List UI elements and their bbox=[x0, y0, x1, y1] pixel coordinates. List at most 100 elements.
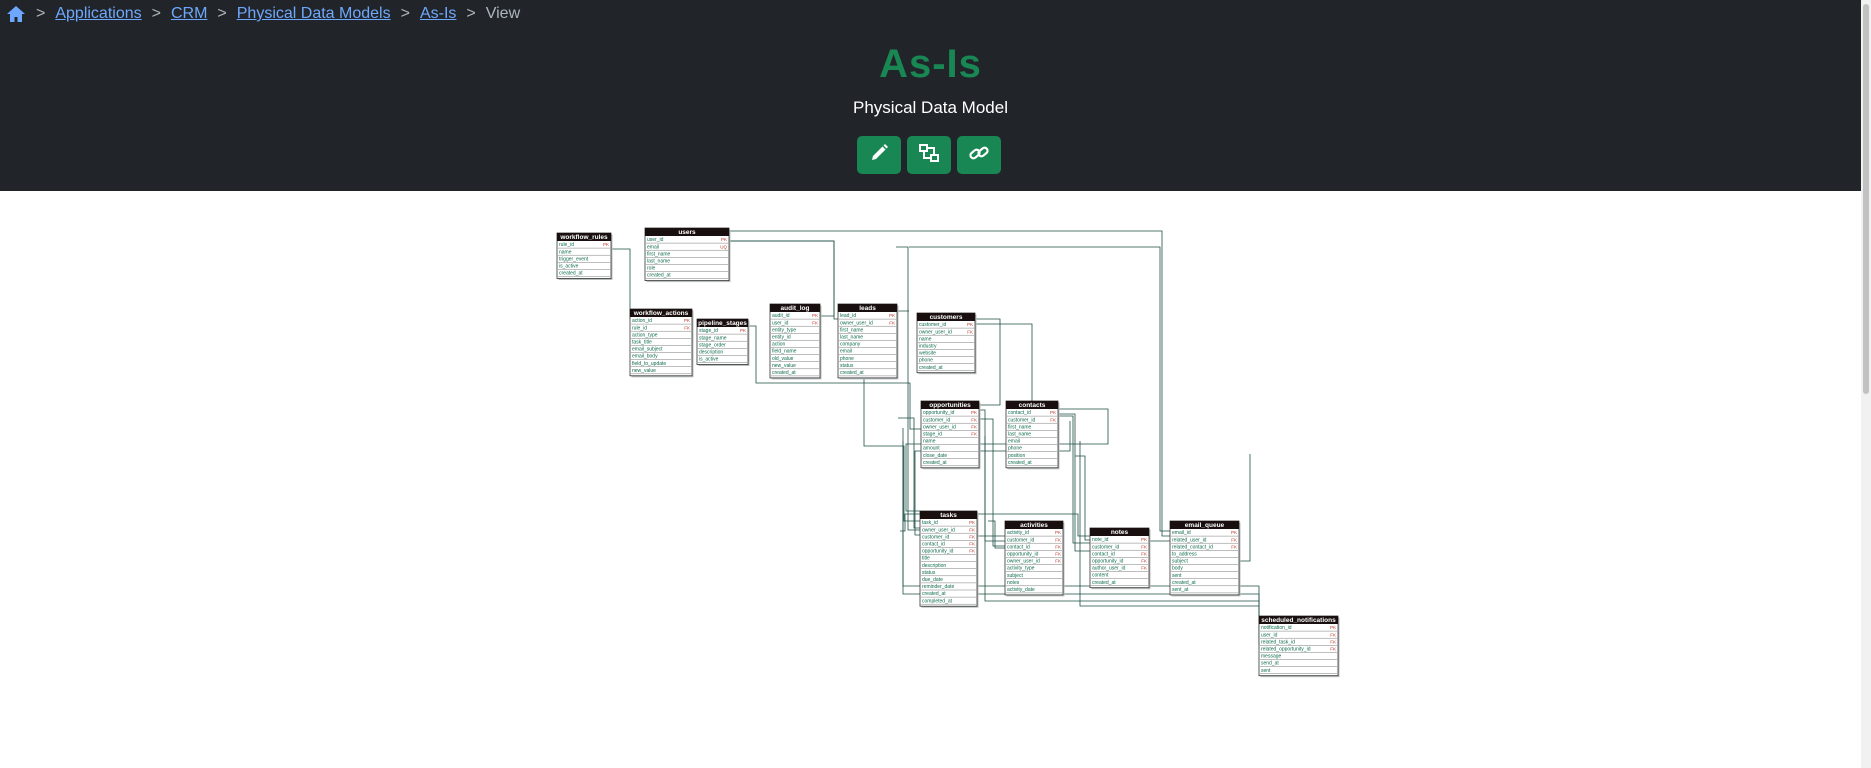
field-name: last_name bbox=[1008, 432, 1031, 438]
table-name: workflow_actions bbox=[633, 310, 689, 317]
field-name: created_at bbox=[1008, 460, 1032, 466]
field-name: old_value bbox=[772, 356, 794, 362]
field-name: title bbox=[922, 556, 930, 562]
breadcrumb-as-is[interactable]: As-Is bbox=[420, 5, 456, 23]
field-name: new_value bbox=[632, 368, 656, 374]
field-key-badge: FK bbox=[1330, 632, 1336, 637]
field-key-badge: PK bbox=[1231, 530, 1237, 535]
relationship-line bbox=[988, 520, 1005, 549]
field-name: opportunity_id bbox=[1007, 552, 1039, 558]
field-name: created_at bbox=[922, 591, 946, 597]
breadcrumb-applications[interactable]: Applications bbox=[55, 5, 141, 23]
field-name: sent bbox=[1172, 573, 1182, 579]
link-icon bbox=[969, 143, 989, 168]
field-name: content bbox=[1092, 573, 1109, 579]
field-key-badge: FK bbox=[1141, 559, 1147, 564]
field-name: created_at bbox=[1092, 580, 1116, 586]
field-name: phone bbox=[919, 358, 933, 364]
field-key-badge: PK bbox=[1050, 410, 1056, 415]
table-name: tasks bbox=[940, 512, 957, 519]
field-name: notification_id bbox=[1261, 625, 1292, 631]
table-workflow-rules[interactable]: workflow_rulesrule_id PK nametrigger_event… bbox=[556, 232, 613, 280]
field-name: owner_user_id bbox=[922, 527, 955, 533]
breadcrumb-physical-data-models[interactable]: Physical Data Models bbox=[237, 5, 391, 23]
field-key-badge: PK bbox=[812, 313, 818, 318]
field-name: email_body bbox=[632, 354, 658, 360]
table-pipeline-stages[interactable]: pipeline_stagesstage_id PK stage_namestage… bbox=[696, 318, 750, 366]
table-activities[interactable]: activitiesactivity_id PK customer_id FK cont… bbox=[1004, 520, 1065, 597]
field-name: sent_at bbox=[1172, 587, 1189, 593]
field-name: owner_user_id bbox=[840, 320, 873, 326]
field-name: last_name bbox=[647, 259, 670, 265]
field-name: status bbox=[840, 363, 854, 369]
field-name: send_at bbox=[1261, 661, 1279, 667]
relationship-line bbox=[1239, 454, 1251, 562]
field-name: created_at bbox=[919, 365, 943, 371]
field-name: created_at bbox=[647, 273, 671, 279]
table-contacts[interactable]: contactscontact_id PK customer_id FK first_n… bbox=[1005, 400, 1060, 470]
table-name: notes bbox=[1111, 529, 1129, 536]
vertical-scrollbar[interactable] bbox=[1861, 0, 1871, 768]
table-users[interactable]: users user_id PK email UQ first_name last_name… bbox=[644, 227, 731, 283]
field-name: entity_id bbox=[772, 335, 791, 341]
field-name: first_name bbox=[840, 327, 864, 333]
field-name: contact_id bbox=[1008, 410, 1031, 416]
table-name: contacts bbox=[1019, 402, 1046, 409]
field-name: body bbox=[1172, 566, 1183, 572]
field-name: customer_id bbox=[1008, 417, 1035, 423]
field-name: subject bbox=[1172, 559, 1188, 565]
field-name: created_at bbox=[1172, 580, 1196, 586]
table-audit-log[interactable]: audit_logaudit_id PK user_id FK entity_typee… bbox=[769, 303, 822, 380]
field-name: created_at bbox=[559, 271, 583, 277]
field-name: related_task_id bbox=[1261, 639, 1295, 645]
scrollbar-thumb[interactable] bbox=[1863, 4, 1869, 394]
table-name: pipeline_stages bbox=[698, 320, 747, 327]
field-name: customer_id bbox=[1092, 544, 1119, 550]
table-email-queue[interactable]: email_queueemail_id PK related_user_id FK re… bbox=[1169, 520, 1241, 597]
erd-canvas: workflow_rulesrule_id PKnametrigger_event… bbox=[556, 227, 1340, 678]
field-name: sent bbox=[1261, 668, 1271, 674]
breadcrumb-separator: > bbox=[217, 5, 227, 22]
field-key-badge: FK bbox=[889, 320, 895, 325]
relationship-line bbox=[975, 323, 1033, 407]
entity-tables: workflow_rulesrule_id PKnametrigger_event… bbox=[556, 227, 1340, 678]
field-key-badge: FK bbox=[971, 432, 977, 437]
page-header: > Applications > CRM > Physical Data Mod… bbox=[0, 0, 1861, 191]
field-name: name bbox=[923, 439, 936, 445]
table-customers[interactable]: customerscustomer_id PK owner_user_id FK nam… bbox=[916, 312, 977, 375]
breadcrumb: > Applications > CRM > Physical Data Mod… bbox=[6, 2, 520, 26]
field-name: contact_id bbox=[922, 542, 945, 548]
field-name: related_opportunity_id bbox=[1261, 647, 1311, 653]
table-workflow-actions[interactable]: workflow_actionsaction_id PK rule_id FK acti… bbox=[629, 308, 694, 378]
edit-button[interactable] bbox=[857, 136, 901, 174]
field-name: stage_order bbox=[699, 342, 726, 348]
field-name: contact_id bbox=[1092, 551, 1115, 557]
field-name: last_name bbox=[840, 335, 863, 341]
field-name: audit_id bbox=[772, 313, 790, 319]
breadcrumb-separator: > bbox=[36, 5, 46, 22]
field-name: completed_at bbox=[922, 598, 953, 604]
field-key-badge: FK bbox=[1055, 552, 1061, 557]
field-name: contact_id bbox=[1007, 544, 1030, 550]
field-name: name bbox=[919, 336, 932, 342]
field-name: stage_name bbox=[699, 335, 727, 341]
breadcrumb-crm[interactable]: CRM bbox=[171, 5, 207, 23]
diagram-button[interactable] bbox=[907, 136, 951, 174]
table-scheduled-notifications[interactable]: scheduled_notificationsnotification_id PK… bbox=[1258, 615, 1340, 678]
field-key-badge: PK bbox=[971, 410, 977, 415]
home-icon[interactable] bbox=[6, 5, 26, 23]
link-button[interactable] bbox=[957, 136, 1001, 174]
table-name: scheduled_notifications bbox=[1261, 617, 1336, 624]
field-key-badge: PK bbox=[603, 242, 609, 247]
field-name: user_id bbox=[772, 320, 789, 326]
relationship-line bbox=[729, 230, 1170, 537]
table-notes[interactable]: notesnote_id PK customer_id FK contact_id FK o… bbox=[1089, 527, 1151, 590]
field-name: phone bbox=[840, 356, 854, 362]
field-name: notes bbox=[1007, 580, 1020, 586]
field-name: due_date bbox=[922, 577, 943, 583]
table-leads[interactable]: leadslead_id PK owner_user_id FK first_namel… bbox=[837, 303, 899, 380]
field-name: trigger_event bbox=[559, 256, 589, 262]
table-tasks[interactable]: taskstask_id PK owner_user_id FK customer_id… bbox=[919, 510, 979, 608]
field-key-badge: FK bbox=[971, 424, 977, 429]
table-opportunities[interactable]: opportunitiesopportunity_id PK customer_id… bbox=[920, 400, 981, 470]
